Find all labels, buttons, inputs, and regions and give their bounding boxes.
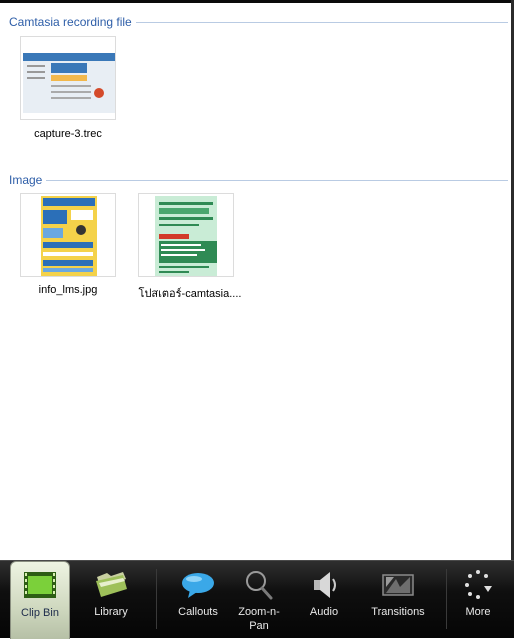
folder-icon xyxy=(96,572,127,597)
magnifier-icon xyxy=(246,571,273,600)
speaker-icon xyxy=(314,572,336,598)
section-header-recording: Camtasia recording file xyxy=(9,14,508,30)
tab-label: Audio xyxy=(309,606,339,618)
infographic-preview-image xyxy=(21,194,115,276)
recording-preview-image xyxy=(21,37,115,119)
clip-thumbnail-capture[interactable] xyxy=(20,36,116,120)
tab-audio[interactable]: Audio xyxy=(296,561,352,638)
transitions-icon xyxy=(382,574,414,596)
tab-label: Zoom-n-Pan xyxy=(238,606,280,632)
toolbar-separator xyxy=(446,569,447,629)
tab-more[interactable]: More xyxy=(452,561,504,638)
film-icon xyxy=(24,572,56,598)
clip-label: info_lms.jpg xyxy=(38,284,98,296)
tab-label: Callouts xyxy=(178,606,218,618)
tab-clip-bin[interactable]: Clip Bin xyxy=(10,561,70,639)
toolbar-separator xyxy=(156,569,157,629)
tab-label: Library xyxy=(94,606,128,618)
more-dots-icon xyxy=(465,570,492,599)
clip-label: capture-3.trec xyxy=(34,128,102,140)
poster-preview-image xyxy=(139,194,233,276)
section-title: Camtasia recording file xyxy=(9,15,132,29)
speech-bubble-icon xyxy=(182,573,214,598)
clip-thumbnail-info-lms[interactable] xyxy=(20,193,116,277)
tab-label: More xyxy=(465,606,491,618)
task-toolbar: Clip Bin Library Callouts Zoom-n-Pan Aud… xyxy=(0,560,514,639)
tab-library[interactable]: Library xyxy=(82,561,140,638)
tab-callouts[interactable]: Callouts xyxy=(170,561,226,638)
clip-thumbnail-poster[interactable] xyxy=(138,193,234,277)
tab-zoom-n-pan[interactable]: Zoom-n-Pan xyxy=(230,561,288,638)
tab-transitions[interactable]: Transitions xyxy=(358,561,438,638)
section-title: Image xyxy=(9,173,43,187)
clip-label: โปสเตอร์-camtasia.... xyxy=(138,288,242,300)
section-divider xyxy=(46,180,508,181)
section-header-image: Image xyxy=(9,172,508,188)
tab-label: Clip Bin xyxy=(21,607,59,619)
window-top-border xyxy=(0,0,514,3)
tab-label: Transitions xyxy=(371,606,425,618)
section-divider xyxy=(135,22,508,23)
